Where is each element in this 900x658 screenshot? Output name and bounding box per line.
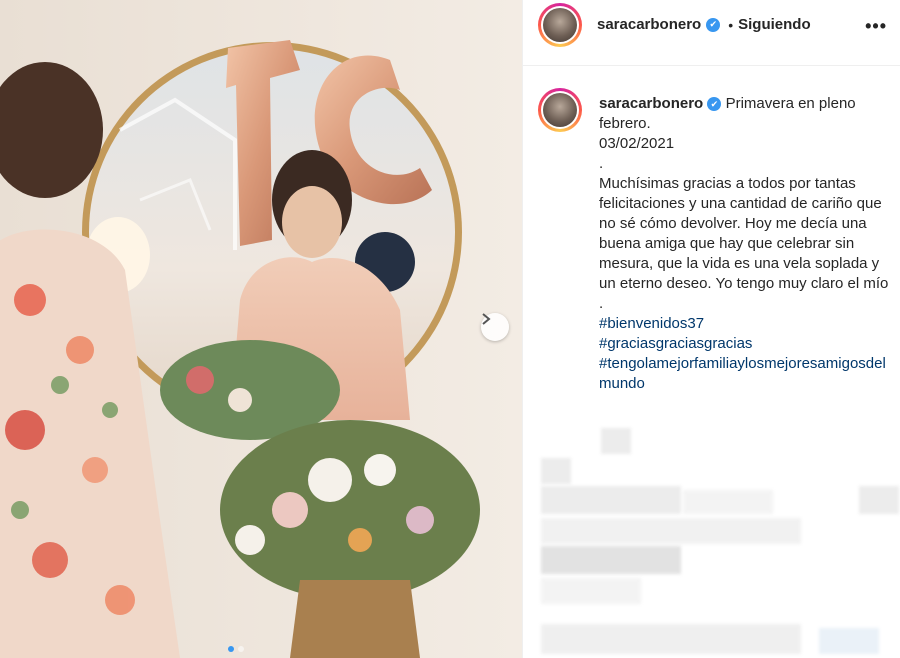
more-options-icon[interactable]: •••: [865, 16, 887, 37]
avatar[interactable]: [538, 3, 582, 47]
following-button[interactable]: Siguiendo: [738, 16, 811, 33]
hashtag-link[interactable]: #graciasgraciasgracias: [599, 334, 891, 354]
verified-badge-icon: ✔: [707, 97, 722, 112]
carousel-dot: [238, 646, 244, 652]
separator-dot: •: [728, 16, 734, 33]
profile-photo: [543, 8, 577, 42]
caption-username[interactable]: saracarbonero: [599, 95, 703, 112]
post-caption: saracarbonero ✔ Primavera en pleno febre…: [599, 94, 891, 394]
caption-separator: .: [599, 295, 604, 312]
next-photo-button[interactable]: [481, 313, 509, 341]
caption-body: Muchísimas gracias a todos por tantas fe…: [599, 175, 889, 292]
hashtag-link[interactable]: #tengolamejorfamiliaylosmejoresamigosdel…: [599, 354, 891, 394]
post-photo[interactable]: [0, 0, 522, 658]
carousel-indicator: [228, 646, 244, 652]
profile-photo: [543, 93, 577, 127]
verified-badge-icon: ✔: [706, 17, 721, 32]
caption-date: 03/02/2021: [599, 135, 675, 152]
username-link[interactable]: saracarbonero: [597, 16, 701, 33]
post-header: saracarbonero ✔ • Siguiendo •••: [523, 0, 900, 66]
caption-avatar[interactable]: [538, 88, 582, 132]
carousel-dot: [228, 646, 234, 652]
hashtag-link[interactable]: #bienvenidos37: [599, 314, 891, 334]
post-image: [0, 0, 522, 658]
post-side-panel: saracarbonero ✔ • Siguiendo ••• saracarb…: [522, 0, 900, 658]
caption-separator: .: [599, 155, 604, 172]
